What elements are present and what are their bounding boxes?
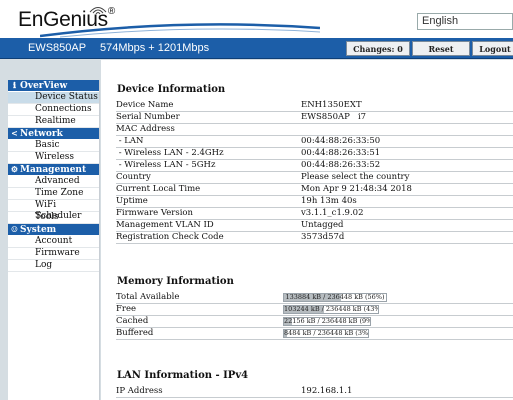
sidebar-item-log[interactable]: Log <box>8 260 99 272</box>
sidebar-item-basic[interactable]: Basic <box>8 140 99 152</box>
table-row: Country Please select the country <box>116 172 513 184</box>
sidebar-nav: ℹ OverView Device Status Connections Realtim… <box>8 80 100 400</box>
sidebar-section-label: Network <box>20 129 63 139</box>
table-row: - LAN 00:44:88:26:33:50 <box>116 136 513 148</box>
row-value: ENH1350EXT <box>301 100 362 110</box>
table-row: Device Name ENH1350EXT <box>116 100 513 112</box>
row-value: 00:44:88:26:33:50 <box>301 136 381 146</box>
row-value: Mon Apr 9 21:48:34 2018 <box>301 184 412 194</box>
sidebar-item-wifi-scheduler[interactable]: WiFi Scheduler <box>8 200 99 221</box>
sidebar-item-time-zone[interactable]: Time Zone <box>8 188 99 200</box>
reset-button[interactable]: Reset <box>412 41 470 56</box>
share-icon: < <box>11 128 18 138</box>
row-label: Total Available <box>116 292 180 302</box>
sidebar-section-system-manager[interactable]: ☺ System Manager <box>8 224 99 246</box>
header-swoosh <box>40 23 320 38</box>
sidebar-section-overview[interactable]: ℹ OverView <box>8 80 99 92</box>
row-value: 00:44:88:26:33:52 <box>301 160 381 170</box>
row-value: 00:44:88:26:33:51 <box>301 148 381 158</box>
row-label: - Wireless LAN - 2.4GHz <box>116 148 224 158</box>
table-row: Registration Check Code 3573d57d <box>116 232 513 244</box>
changes-button[interactable]: Changes: 0 <box>346 41 410 56</box>
sidebar-item-firmware[interactable]: Firmware <box>8 248 99 260</box>
table-row: Buffered 8484 kB / 236448 kB (3%) <box>116 328 513 340</box>
table-row: Current Local Time Mon Apr 9 21:48:34 201… <box>116 184 513 196</box>
row-value: Untagged <box>301 220 344 230</box>
table-row: Free 103244 kB / 236448 kB (43%) <box>116 304 513 316</box>
memory-usage-bar: 22156 kB / 236448 kB (9%) <box>283 317 371 326</box>
row-label: Firmware Version <box>116 208 194 218</box>
memory-usage-bar: 133884 kB / 236448 kB (56%) <box>283 293 387 302</box>
sidebar-item-realtime[interactable]: Realtime <box>8 116 99 128</box>
row-label: Serial Number <box>116 112 180 122</box>
table-row: MAC Address <box>116 124 513 136</box>
row-value: 3573d57d <box>301 232 345 242</box>
row-label: Country <box>116 172 151 182</box>
sidebar-section-management[interactable]: ⚙ Management <box>8 164 99 176</box>
lan-info-title: LAN Information - IPv4 <box>117 370 249 381</box>
row-label: Registration Check Code <box>116 232 224 242</box>
table-row: Firmware Version v3.1.1_c1.9.02 <box>116 208 513 220</box>
row-value: Please select the country <box>301 172 410 182</box>
memory-usage-bar: 103244 kB / 236448 kB (43%) <box>283 305 379 314</box>
memory-usage-text: 8484 kB / 236448 kB (3%) <box>284 329 369 337</box>
memory-info-title: Memory Information <box>117 276 234 287</box>
sidebar-section-network[interactable]: < Network <box>8 128 99 140</box>
row-label: - Wireless LAN - 5GHz <box>116 160 216 170</box>
sidebar-item-device-status[interactable]: Device Status <box>8 92 99 104</box>
table-row: Management VLAN ID Untagged <box>116 220 513 232</box>
row-label: IP Address <box>116 386 163 396</box>
row-label: MAC Address <box>116 124 175 134</box>
logout-button[interactable]: Logout <box>472 41 513 56</box>
sidebar-item-advanced[interactable]: Advanced <box>8 176 99 188</box>
row-label: Current Local Time <box>116 184 201 194</box>
row-value: EWS850AP i7 <box>301 112 367 122</box>
table-row: - Wireless LAN - 2.4GHz 00:44:88:26:33:51 <box>116 148 513 160</box>
device-info-title: Device Information <box>117 84 226 95</box>
row-value: v3.1.1_c1.9.02 <box>301 208 364 218</box>
row-value: 192.168.1.1 <box>301 386 353 396</box>
table-row: Serial Number EWS850AP i7 <box>116 112 513 124</box>
memory-usage-text: 103244 kB / 236448 kB (43%) <box>284 305 379 313</box>
sidebar-item-wireless[interactable]: Wireless <box>8 152 99 164</box>
row-value: 19h 13m 40s <box>301 196 357 206</box>
row-label: Buffered <box>116 328 154 338</box>
table-row: IP Address 192.168.1.1 <box>116 386 513 398</box>
row-label: Management VLAN ID <box>116 220 214 230</box>
table-row: Uptime 19h 13m 40s <box>116 196 513 208</box>
main-content: Device Information Device Name ENH1350EXT… <box>101 60 513 400</box>
language-select[interactable]: English <box>417 13 513 30</box>
memory-usage-text: 133884 kB / 236448 kB (56%) <box>285 293 385 301</box>
gear-icon: ⚙ <box>10 164 19 174</box>
speed-label: 574Mbps + 1201Mbps <box>100 42 210 54</box>
row-label: Device Name <box>116 100 174 110</box>
sidebar-section-label: Management <box>20 165 87 175</box>
info-icon: ℹ <box>12 80 17 90</box>
user-icon: ☺ <box>10 224 19 234</box>
model-name: EWS850AP <box>28 42 87 54</box>
sidebar-item-tools[interactable]: Tools <box>8 212 99 224</box>
row-label: Cached <box>116 316 149 326</box>
header: EnGenius® English <box>0 0 513 38</box>
sidebar-section-label: OverView <box>20 81 68 91</box>
table-row: Cached 22156 kB / 236448 kB (9%) <box>116 316 513 328</box>
table-row: - Wireless LAN - 5GHz 00:44:88:26:33:52 <box>116 160 513 172</box>
table-row: Total Available 133884 kB / 236448 kB (56… <box>116 292 513 304</box>
wifi-icon <box>89 7 107 15</box>
row-label: Uptime <box>116 196 148 206</box>
row-label: - LAN <box>116 136 144 146</box>
sidebar-item-connections[interactable]: Connections <box>8 104 99 116</box>
memory-usage-text: 22156 kB / 236448 kB (9%) <box>284 317 371 325</box>
row-label: Free <box>116 304 137 314</box>
memory-usage-bar: 8484 kB / 236448 kB (3%) <box>283 329 369 338</box>
